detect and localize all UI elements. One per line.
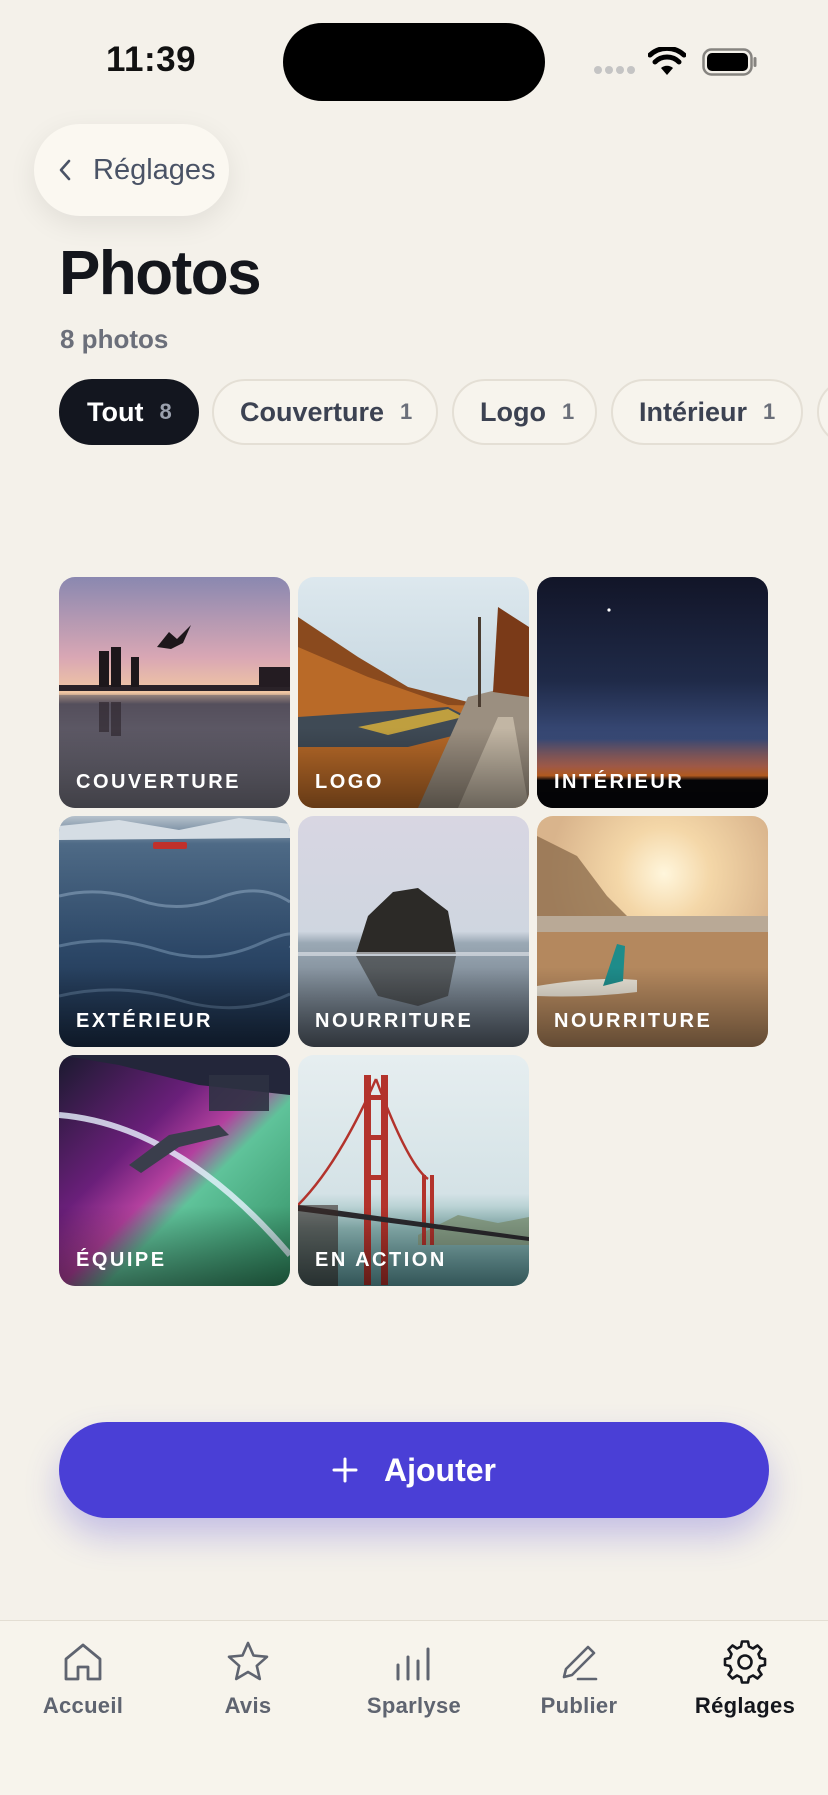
photo-tile[interactable]: COUVERTURE <box>59 577 290 808</box>
filter-chip-label: Couverture <box>240 396 385 427</box>
battery-icon <box>702 48 757 76</box>
status-bar: 11:39 <box>0 0 828 110</box>
back-button[interactable]: Réglages <box>34 124 229 216</box>
filter-chip-interieur[interactable]: Intérieur 1 <box>611 379 803 445</box>
dynamic-island <box>283 23 545 101</box>
add-photo-button-label: Ajouter <box>384 1451 496 1488</box>
filter-chip-tout[interactable]: Tout 8 <box>59 379 199 445</box>
photo-category-label: COUVERTURE <box>76 771 242 793</box>
photo-grid: COUVERTURE LOGO INTÉRIEUR EXTÉRIEUR NOUR… <box>59 577 769 1287</box>
chevron-left-icon <box>59 159 71 181</box>
filter-chip-count: 1 <box>561 399 575 424</box>
filter-chip-count: 8 <box>159 399 172 424</box>
tab-reglages[interactable]: Réglages <box>662 1621 828 1751</box>
plus-icon <box>332 1457 358 1483</box>
filter-chip-label: Intérieur <box>639 396 748 427</box>
tab-sparlyse[interactable]: Sparlyse <box>331 1621 497 1751</box>
tab-accueil[interactable]: Accueil <box>0 1621 166 1751</box>
tab-label: Avis <box>224 1693 272 1718</box>
photo-category-label: EXTÉRIEUR <box>76 1010 213 1032</box>
pen-icon <box>562 1645 598 1681</box>
filter-chip-couverture[interactable]: Couverture 1 <box>212 379 438 445</box>
filter-chip-overflow[interactable] <box>817 379 828 445</box>
photo-tile[interactable]: EN ACTION <box>298 1055 529 1286</box>
tab-label: Sparlyse <box>366 1693 462 1718</box>
tab-label: Publier <box>540 1693 618 1718</box>
photo-category-label: EN ACTION <box>315 1249 447 1271</box>
photo-tile[interactable]: INTÉRIEUR <box>537 577 768 808</box>
wifi-icon <box>648 47 686 75</box>
filter-chip-count: 1 <box>400 399 413 424</box>
filter-chip-count: 1 <box>763 399 776 424</box>
tab-avis[interactable]: Avis <box>165 1621 331 1751</box>
bar-chart-icon <box>396 1647 430 1681</box>
back-button-label: Réglages <box>93 153 216 186</box>
photo-category-label: ÉQUIPE <box>76 1249 167 1271</box>
tab-publier[interactable]: Publier <box>496 1621 662 1751</box>
home-icon <box>64 1643 102 1681</box>
photo-tile[interactable]: ÉQUIPE <box>59 1055 290 1286</box>
cellular-signal-icon <box>594 66 636 76</box>
tab-label: Accueil <box>42 1693 124 1718</box>
tab-label: Réglages <box>694 1693 796 1718</box>
page-title: Photos <box>59 239 262 308</box>
photo-category-label: NOURRITURE <box>315 1010 474 1032</box>
photo-tile[interactable]: LOGO <box>298 577 529 808</box>
photo-tile[interactable]: EXTÉRIEUR <box>59 816 290 1047</box>
tab-bar: Accueil Avis Sparlyse Publier Réglages <box>0 1620 828 1795</box>
photo-category-label: INTÉRIEUR <box>554 771 685 793</box>
photo-tile[interactable]: NOURRITURE <box>537 816 768 1047</box>
gear-icon <box>723 1640 767 1684</box>
filter-chip-label: Tout <box>87 396 144 427</box>
photo-category-label: LOGO <box>315 771 384 793</box>
photo-count: 8 photos <box>60 324 169 354</box>
photo-category-label: NOURRITURE <box>554 1010 713 1032</box>
filter-chips: Tout 8 Couverture 1 Logo 1 Intérieur 1 <box>59 379 828 445</box>
add-photo-button[interactable]: Ajouter <box>59 1422 769 1518</box>
star-icon <box>227 1641 269 1681</box>
filter-chip-logo[interactable]: Logo 1 <box>452 379 597 445</box>
status-time: 11:39 <box>106 40 197 79</box>
filter-chip-label: Logo <box>480 396 546 427</box>
photo-tile[interactable]: NOURRITURE <box>298 816 529 1047</box>
